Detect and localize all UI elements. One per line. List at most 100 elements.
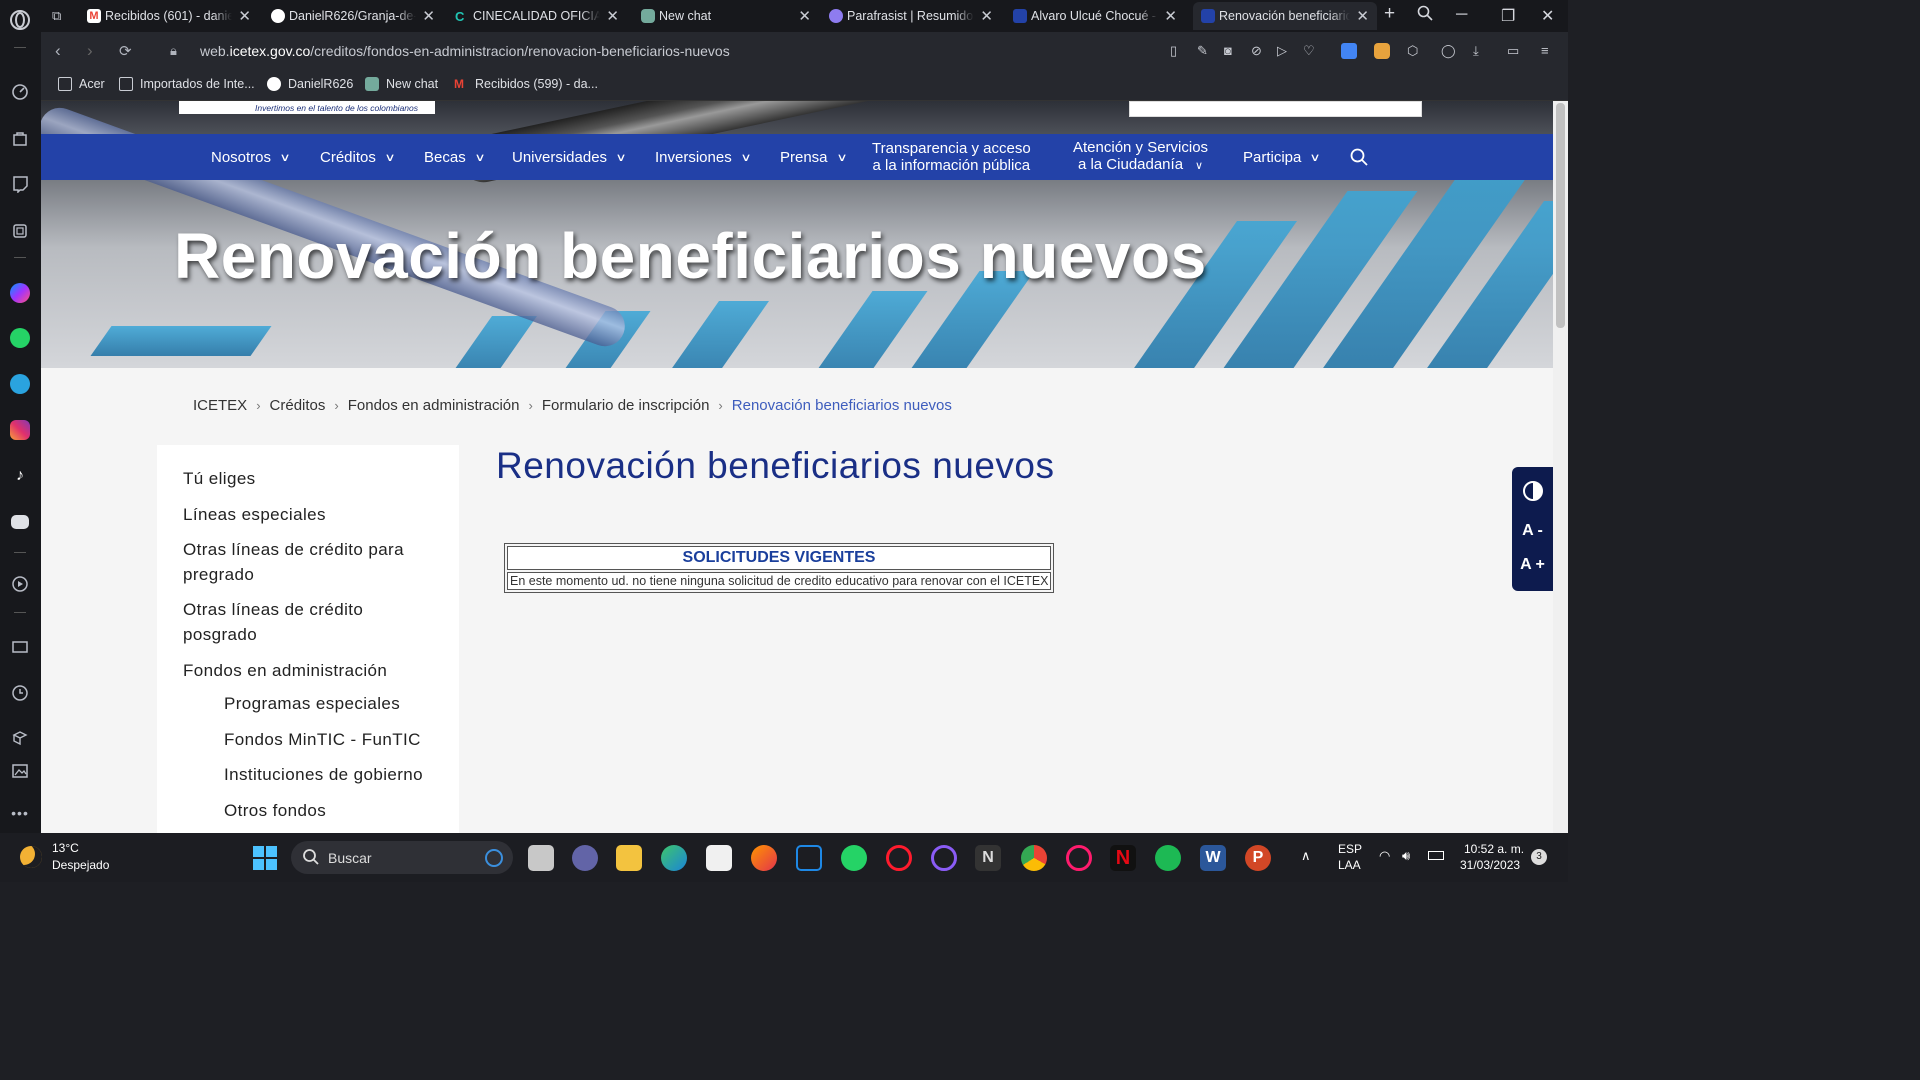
edge-icon[interactable] [661,845,687,871]
cube-icon[interactable]: ⬡ [1407,43,1423,59]
notion-icon[interactable]: N [975,845,1001,871]
side-item-tu-eliges[interactable]: Tú eliges [183,466,256,491]
weather-moon-icon[interactable] [20,846,42,868]
heart-icon[interactable]: ♡ [1303,43,1319,59]
file-explorer-icon[interactable] [616,845,642,871]
screenshot-icon[interactable] [9,760,31,782]
whatsapp-icon[interactable] [9,327,31,349]
tab-cinecalidad[interactable]: C CINECALIDAD OFICIAL ✕ [447,2,627,30]
task-view-icon[interactable] [528,845,554,871]
search-icon[interactable] [1350,148,1368,166]
shopping-icon[interactable] [9,127,31,149]
close-icon[interactable]: ✕ [980,7,993,25]
breadcrumb-formulario[interactable]: Formulario de inscripción [542,397,710,414]
wifi-icon[interactable]: ◠ [1379,848,1390,864]
battery-saver-icon[interactable]: ▭ [1507,43,1523,59]
word-icon[interactable]: W [1200,845,1226,871]
opera-icon[interactable] [886,845,912,871]
taskbar-search[interactable]: Buscar [291,841,513,874]
discord-icon[interactable] [9,511,31,533]
gov-logo[interactable] [1129,101,1422,117]
reader-icon[interactable]: ▯ [1170,43,1186,59]
edit-icon[interactable]: ✎ [1197,43,1213,59]
player-icon[interactable] [9,573,31,595]
tab-github[interactable]: DanielR626/Granja-de- ✕ [263,2,443,30]
tab-parafrasist[interactable]: Parafrasist | Resumidor ✕ [821,2,1001,30]
translate-icon[interactable] [1341,43,1357,59]
bookmark-danielr626[interactable]: DanielR626 [267,77,353,91]
instagram-icon[interactable] [9,419,31,441]
weather-status[interactable]: Despejado [52,858,109,872]
breadcrumb-fondos[interactable]: Fondos en administración [348,397,520,414]
weather-temp[interactable]: 13°C [52,841,79,855]
back-icon[interactable]: ‹ [55,41,61,61]
nav-participa[interactable]: Participa ∨ [1243,134,1321,180]
history-icon[interactable] [9,682,31,704]
language-secondary[interactable]: LAA [1338,858,1361,872]
adblock-icon[interactable]: ⊘ [1251,43,1267,59]
speed-dial-icon[interactable] [9,81,31,103]
netflix-icon[interactable]: N [1110,845,1136,871]
chrome-icon[interactable] [1021,845,1047,871]
nav-nosotros[interactable]: Nosotros ∨ [211,134,291,180]
vpn-icon[interactable] [796,845,822,871]
nav-prensa[interactable]: Prensa ∨ [780,134,847,180]
nav-creditos[interactable]: Créditos ∨ [320,134,396,180]
breadcrumb-creditos[interactable]: Créditos [270,397,326,414]
forward-icon[interactable]: › [87,41,93,61]
windows-start-icon[interactable] [252,845,278,871]
opera-air-icon[interactable] [1066,845,1092,871]
volume-icon[interactable]: 🔊︎ [1402,848,1410,864]
close-icon[interactable]: ✕ [1164,7,1177,25]
powerpoint-icon[interactable]: P [1245,845,1271,871]
side-item-mintic[interactable]: Fondos MinTIC - FunTIC [224,727,421,752]
font-increase-button[interactable]: A + [1512,556,1553,574]
opera-gx-icon[interactable] [931,845,957,871]
twitch-icon[interactable] [9,173,31,195]
reload-icon[interactable]: ⟳ [119,42,132,60]
telegram-icon[interactable] [9,373,31,395]
firefox-icon[interactable] [751,845,777,871]
tab-new-chat[interactable]: New chat ✕ [633,2,819,30]
tab-gmail[interactable]: M Recibidos (601) - daniel ✕ [79,2,259,30]
close-icon[interactable]: ✕ [606,7,619,25]
side-item-gobierno[interactable]: Instituciones de gobierno [224,762,423,787]
breadcrumb-icetex[interactable]: ICETEX [193,397,247,414]
bookmark-importados[interactable]: Importados de Inte... [119,77,255,91]
battery-icon[interactable] [1428,851,1444,860]
tab-search-icon[interactable] [1417,5,1433,26]
side-item-posgrado[interactable]: Otras líneas de crédito posgrado [183,597,403,647]
close-icon[interactable]: ✕ [1356,7,1369,25]
clock-date[interactable]: 31/03/2023 [1460,858,1520,872]
messenger-icon[interactable] [9,282,31,304]
bookmark-recibidos[interactable]: M Recibidos (599) - da... [454,77,598,91]
scrollbar[interactable] [1553,101,1568,833]
contrast-icon[interactable] [1512,480,1553,507]
tab-alvaro[interactable]: Alvaro Ulcué Chocué - ✕ [1005,2,1185,30]
url-field[interactable]: web.icetex.gov.co/creditos/fondos-en-adm… [200,43,730,59]
whatsapp-icon[interactable] [841,845,867,871]
send-icon[interactable]: ▷ [1277,43,1293,59]
restore-icon[interactable]: ❐ [1501,6,1515,26]
teams-chat-icon[interactable] [572,845,598,871]
nav-becas[interactable]: Becas ∨ [424,134,485,180]
close-icon[interactable]: ✕ [238,7,251,25]
opera-logo-icon[interactable] [9,9,31,31]
minimize-icon[interactable]: ─ [1456,6,1467,24]
language-primary[interactable]: ESP [1338,842,1362,856]
bookmark-acer[interactable]: Acer [58,77,105,91]
close-icon[interactable]: ✕ [422,7,435,25]
side-item-fondos[interactable]: Fondos en administración [183,658,387,683]
nav-universidades[interactable]: Universidades ∨ [512,134,627,180]
window-close-icon[interactable]: ✕ [1541,6,1554,26]
side-item-lineas-especiales[interactable]: Líneas especiales [183,502,326,527]
side-item-pregrado[interactable]: Otras líneas de crédito para pregrado [183,537,433,587]
notification-badge[interactable]: 3 [1531,849,1547,865]
extension-icon[interactable] [1374,43,1390,59]
chevron-up-icon[interactable]: ∧ [1301,848,1311,864]
tab-workspaces-icon[interactable]: ⧉ [52,8,61,24]
side-item-otros-fondos[interactable]: Otros fondos [224,798,326,823]
close-icon[interactable]: ✕ [798,7,811,25]
side-item-programas-especiales[interactable]: Programas especiales [224,691,400,716]
tab-renovacion[interactable]: Renovación beneficiario ✕ [1193,2,1377,30]
